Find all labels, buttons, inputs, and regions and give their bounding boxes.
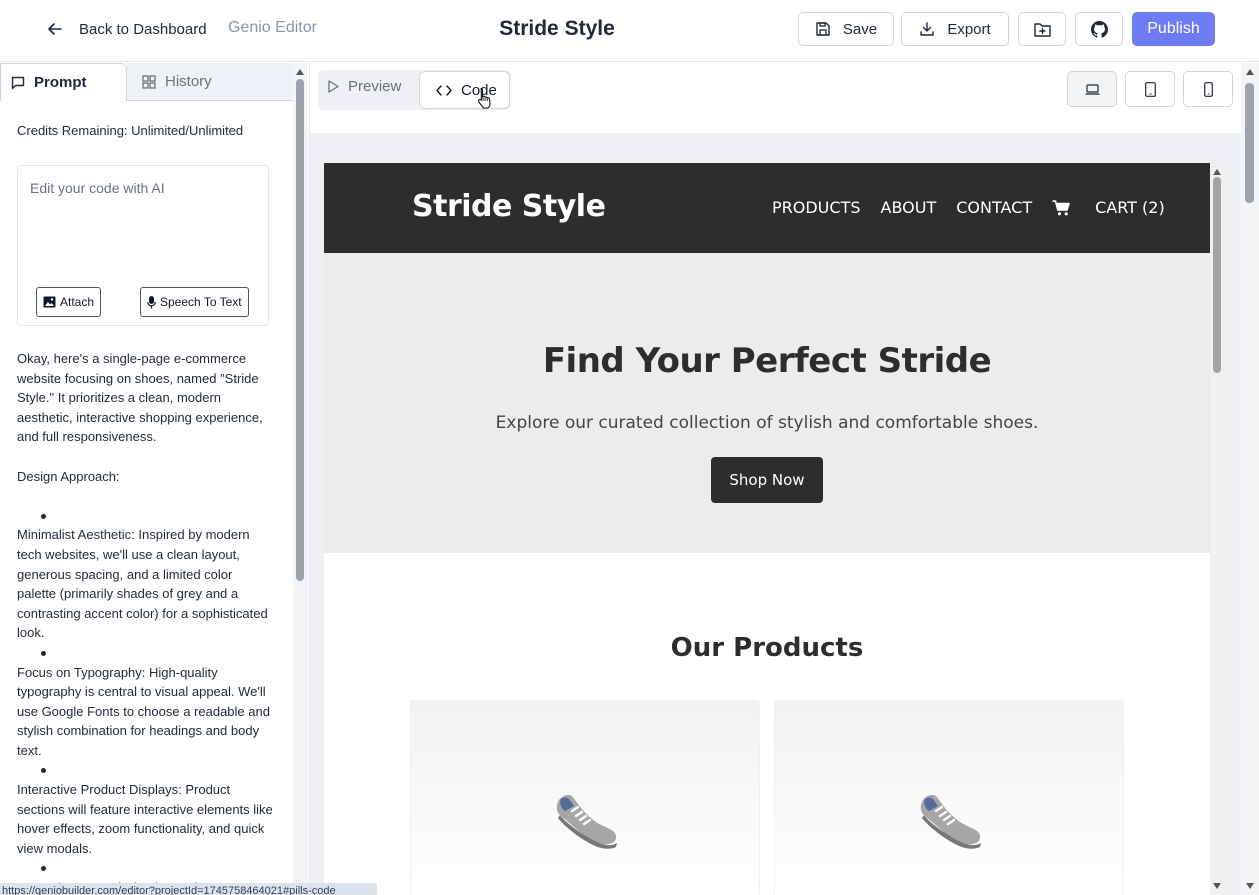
prompt-panel: Prompt History Credits Remaining: Unlimi…: [0, 63, 293, 895]
download-icon: [919, 21, 935, 37]
preview-label: Preview: [348, 78, 402, 95]
bullet-marker: [17, 506, 273, 526]
save-icon: [815, 21, 831, 37]
ai-response-point: Minimalist Aesthetic: Inspired by modern…: [17, 527, 268, 641]
bullet-marker: [17, 858, 273, 878]
scroll-down-arrow-icon[interactable]: [1246, 883, 1254, 889]
chat-icon: [11, 76, 25, 90]
ai-response-point: Interactive Product Displays: Product se…: [17, 782, 273, 856]
ai-response-point: Focus on Typography: High-quality typogr…: [17, 664, 270, 758]
scrollbar-thumb[interactable]: [296, 79, 304, 581]
save-label: Save: [842, 20, 878, 38]
play-icon: [328, 80, 339, 93]
prompt-panel-scrollbar[interactable]: [293, 63, 308, 895]
tablet-icon: [1144, 81, 1156, 97]
mobile-icon: [1203, 81, 1213, 97]
code-tab[interactable]: Code: [419, 71, 510, 109]
open-folder-button[interactable]: [1018, 12, 1066, 46]
shopping-cart-icon: [1052, 199, 1071, 216]
prompt-input[interactable]: [30, 180, 256, 270]
bullet-marker: [17, 760, 273, 780]
hero-section: Find Your Perfect Stride Explore our cur…: [324, 253, 1210, 553]
site-header: Stride Style PRODUCTS ABOUT CONTACT CART…: [324, 163, 1210, 253]
scrollbar-thumb[interactable]: [1245, 83, 1254, 203]
nav-products-link[interactable]: PRODUCTS: [772, 198, 861, 217]
products-heading: Our Products: [670, 633, 864, 663]
site-logo[interactable]: Stride Style: [412, 189, 606, 224]
scroll-up-arrow-icon[interactable]: [1246, 69, 1254, 75]
github-icon: [1090, 20, 1108, 38]
tab-prompt-label: Prompt: [34, 74, 87, 91]
preview-tab[interactable]: Preview: [328, 78, 401, 95]
shop-now-button[interactable]: Shop Now: [711, 457, 823, 503]
hero-subtitle: Explore our curated collection of stylis…: [495, 413, 1039, 433]
website-preview-scrollbar[interactable]: [1210, 163, 1224, 895]
nav-cart-link[interactable]: CART (2): [1052, 198, 1185, 217]
status-bar-url: https://geniobuilder.com/editor?projectI…: [0, 883, 377, 895]
publish-button[interactable]: Publish: [1132, 12, 1215, 46]
nav-about-link[interactable]: ABOUT: [881, 198, 937, 217]
export-label: Export: [947, 20, 991, 38]
save-button[interactable]: Save: [798, 12, 894, 46]
scroll-up-arrow-icon[interactable]: [1213, 169, 1221, 175]
microphone-icon: [147, 295, 156, 309]
sneaker-icon: [552, 785, 620, 849]
attach-button[interactable]: Attach: [36, 287, 102, 317]
product-card[interactable]: [410, 700, 760, 895]
device-mobile-button[interactable]: [1183, 71, 1233, 107]
speech-label: Speech To Text: [160, 295, 242, 309]
site-nav: PRODUCTS ABOUT CONTACT CART (2): [772, 198, 1185, 217]
scrollbar-thumb[interactable]: [1213, 177, 1221, 373]
product-card[interactable]: [774, 700, 1124, 895]
website-preview: Stride Style PRODUCTS ABOUT CONTACT CART…: [324, 163, 1210, 895]
ai-response: Okay, here's a single-page e-commerce we…: [17, 349, 273, 895]
tab-history[interactable]: History: [127, 63, 293, 101]
code-icon: [436, 84, 452, 96]
folder-plus-icon: [1033, 22, 1051, 37]
export-button[interactable]: Export: [901, 12, 1009, 46]
grid-icon: [142, 74, 156, 89]
cart-label: CART (2): [1095, 198, 1165, 217]
tab-history-label: History: [165, 73, 212, 90]
hand-cursor-icon: [476, 87, 492, 109]
image-icon: [43, 296, 56, 308]
device-tablet-button[interactable]: [1125, 71, 1175, 107]
github-button[interactable]: [1075, 12, 1123, 46]
hero-title: Find Your Perfect Stride: [542, 341, 992, 381]
laptop-icon: [1085, 83, 1100, 95]
ai-response-intro: Okay, here's a single-page e-commerce we…: [17, 351, 263, 445]
top-bar: Back to Dashboard Genio Editor Stride St…: [0, 0, 1259, 62]
device-desktop-button[interactable]: [1067, 71, 1117, 107]
speech-to-text-button[interactable]: Speech To Text: [140, 287, 249, 317]
preview-panel-scrollbar[interactable]: [1241, 63, 1259, 895]
attach-label: Attach: [60, 295, 95, 309]
scroll-down-arrow-icon[interactable]: [1213, 883, 1221, 889]
prompt-box: Attach Speech To Text: [17, 165, 269, 326]
sneaker-icon: [916, 785, 984, 849]
scroll-up-arrow-icon[interactable]: [296, 69, 304, 75]
credits-remaining: Credits Remaining: Unlimited/Unlimited: [17, 123, 244, 138]
tab-prompt[interactable]: Prompt: [0, 63, 127, 101]
nav-contact-link[interactable]: CONTACT: [956, 198, 1032, 217]
bullet-marker: [17, 643, 273, 663]
ai-response-heading: Design Approach:: [17, 468, 120, 484]
